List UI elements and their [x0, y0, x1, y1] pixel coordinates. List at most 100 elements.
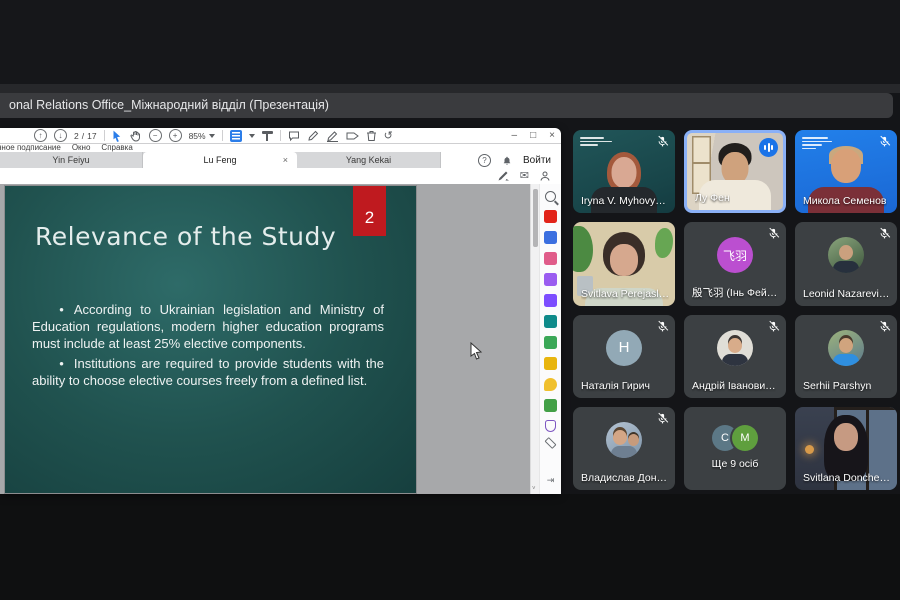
participant-name: Андрій Іванови…: [692, 379, 776, 392]
undo-icon[interactable]: ↺: [384, 129, 393, 143]
close-button[interactable]: ×: [549, 129, 555, 142]
participant-tile-natalia[interactable]: Н Наталія Гирич: [573, 314, 675, 398]
tab-yang-kekai[interactable]: Yang Kekai: [297, 152, 441, 168]
menu-item-window[interactable]: Окно: [72, 143, 91, 152]
zoom-level: 85%: [188, 130, 206, 141]
mic-off-icon: [768, 227, 780, 239]
tab-yin-feiyu[interactable]: Yin Feiyu: [0, 152, 143, 168]
trash-tool-icon[interactable]: [366, 130, 377, 142]
select-tool-icon[interactable]: [112, 130, 123, 142]
participant-tile-serhii[interactable]: Serhii Parshyn: [795, 314, 897, 398]
participant-name: Микола Семенов: [803, 195, 887, 208]
window-controls: – □ ×: [512, 129, 555, 142]
rail-search-icon[interactable]: [545, 191, 556, 202]
participant-tile-leonid[interactable]: Leonid Nazarevi…: [795, 222, 897, 306]
next-page-button[interactable]: ↓: [54, 129, 67, 142]
menu-item-esign[interactable]: нное подписание: [0, 143, 61, 152]
participant-name: Iryna V. Myhovy…: [581, 195, 666, 208]
rail-organize-pages-icon[interactable]: [544, 273, 557, 286]
rail-export-pdf-icon[interactable]: [544, 210, 557, 223]
rail-fill-and-sign-icon[interactable]: [544, 294, 557, 307]
avatar: M: [732, 424, 758, 451]
maximize-button[interactable]: □: [530, 129, 536, 142]
comment-tool-icon[interactable]: [288, 130, 300, 142]
previous-page-button[interactable]: ↑: [34, 129, 47, 142]
mic-off-icon: [657, 135, 669, 147]
tab-close-icon[interactable]: ×: [283, 155, 288, 165]
avatar-photo: [717, 329, 753, 366]
mouse-cursor: [470, 342, 483, 360]
rail-protect-icon[interactable]: [545, 420, 556, 432]
chevron-down-icon[interactable]: [248, 133, 255, 138]
tools-rail: ⇥: [539, 184, 561, 494]
divider: [279, 130, 281, 141]
rail-comments-icon[interactable]: [544, 378, 557, 391]
participant-tile-feiyu[interactable]: 飞羽 殷飞羽 (Інь Фей…: [684, 222, 786, 306]
divider: [221, 130, 223, 141]
participant-tile-andrii[interactable]: Андрій Іванови…: [684, 314, 786, 398]
document-canvas: 2 Relevance of the Study • According to U…: [0, 184, 530, 494]
page-number-indicator[interactable]: 2 / 17: [74, 131, 97, 141]
account-person-icon[interactable]: [539, 170, 551, 182]
participant-name: Svitlava Perejasl…: [581, 287, 670, 300]
rail-export-convert-icon[interactable]: [544, 315, 557, 328]
sign-in-button[interactable]: Войти: [523, 155, 551, 166]
presenter-mode-icon[interactable]: [261, 130, 273, 141]
participant-name: Leonid Nazarevi…: [803, 287, 890, 300]
stamp-tool-icon[interactable]: [346, 130, 359, 142]
highlighter-tool-icon[interactable]: [326, 130, 339, 142]
avatar-photo: [828, 329, 864, 366]
participants-grid: Iryna V. Myhovy… Лу Фен Микола Семенов S…: [573, 130, 897, 490]
share-email-icon[interactable]: ✉: [520, 169, 529, 183]
total-pages: 17: [87, 130, 97, 141]
slide-title: Relevance of the Study: [35, 222, 337, 251]
toolbar-right-cluster: ✉: [497, 168, 551, 184]
menu-item-help[interactable]: Справка: [101, 143, 132, 152]
participant-tile-svitlava[interactable]: Svitlava Perejasl…: [573, 222, 675, 306]
mic-off-icon: [879, 320, 891, 331]
pencil-tool-icon[interactable]: [307, 130, 319, 142]
zoom-out-button[interactable]: −: [148, 129, 162, 142]
bullet-glyph: •: [59, 355, 64, 371]
slide-page: 2 Relevance of the Study • According to U…: [5, 186, 416, 493]
slide-body: • According to Ukrainian legislation and …: [32, 302, 384, 392]
speaking-audio-icon: [759, 138, 778, 157]
vertical-scrollbar[interactable]: ˅: [530, 184, 539, 494]
participant-tile-vladyslav[interactable]: Владислав Дон…: [573, 406, 675, 490]
participant-tile-overflow[interactable]: C M Ще 9 осіб: [684, 406, 786, 490]
rail-combine-files-icon[interactable]: [544, 252, 557, 265]
rail-create-pdf-icon[interactable]: [544, 231, 557, 244]
rail-collapse-icon[interactable]: ⇥: [547, 475, 555, 486]
scrollbar-thumb[interactable]: [533, 189, 538, 247]
notifications-bell-icon[interactable]: [502, 155, 512, 166]
hand-tool-icon[interactable]: [130, 130, 142, 142]
rail-measure-icon[interactable]: [544, 436, 557, 450]
participant-name: 殷飞羽 (Інь Фей…: [692, 286, 778, 299]
rail-edit-pdf-icon[interactable]: [544, 357, 557, 370]
tab-lu-feng[interactable]: Lu Feng ×: [143, 152, 297, 168]
participant-tile-iryna[interactable]: Iryna V. Myhovy…: [573, 130, 675, 214]
sign-pen-icon[interactable]: [497, 170, 510, 182]
participant-tile-svitlana[interactable]: Svitlana Donche…: [795, 406, 897, 490]
rail-compress-pdf-icon[interactable]: [544, 336, 557, 349]
menu-bar: нное подписание Окно Справка: [0, 142, 133, 152]
page-separator: /: [81, 130, 85, 141]
minimize-button[interactable]: –: [512, 129, 518, 142]
mic-off-icon: [879, 135, 891, 147]
rail-print-production-icon[interactable]: [544, 399, 557, 412]
help-icon[interactable]: ?: [478, 153, 492, 167]
slide-number-badge: 2: [353, 186, 386, 236]
participant-tile-mykola[interactable]: Микола Семенов: [795, 130, 897, 214]
slide-bullet-1: • According to Ukrainian legislation and …: [32, 302, 384, 351]
participant-name: Лу Фен: [695, 192, 730, 205]
avatar: Н: [606, 329, 642, 366]
avatar-stack: C M: [712, 424, 758, 452]
page-display-button[interactable]: [229, 129, 242, 142]
participant-tile-lufeng-speaking[interactable]: Лу Фен: [684, 130, 786, 214]
zoom-level-dropdown[interactable]: 85%: [189, 131, 215, 141]
virtual-bg-text: [580, 137, 612, 146]
zoom-in-button[interactable]: +: [168, 129, 182, 142]
scroll-down-icon[interactable]: ˅: [532, 486, 536, 492]
divider: [103, 130, 105, 141]
participant-name: Serhii Parshyn: [803, 379, 872, 392]
